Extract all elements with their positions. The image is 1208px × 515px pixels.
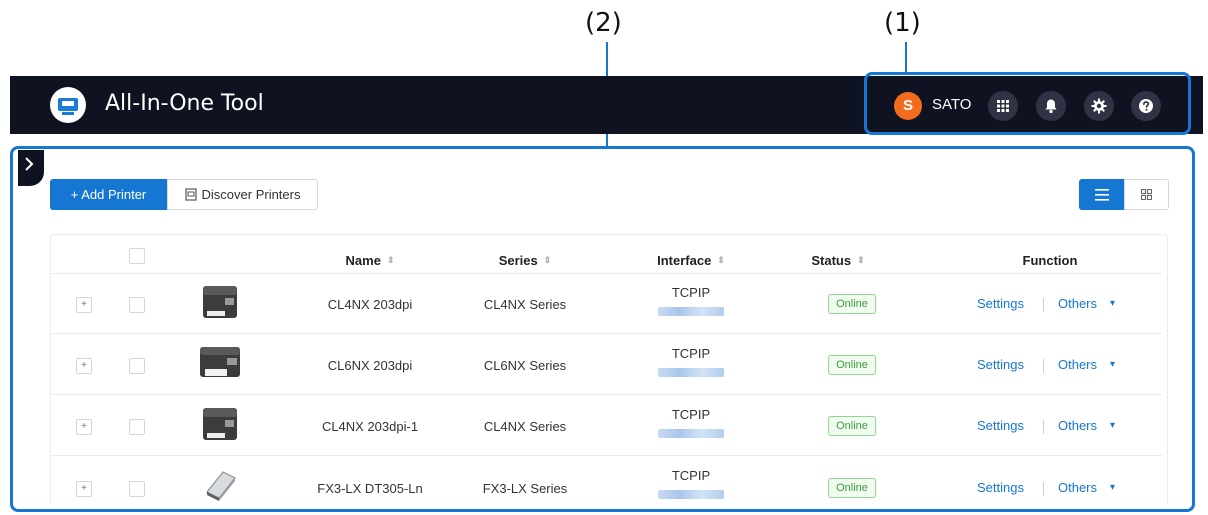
printer-interface: TCPIP	[658, 285, 724, 316]
column-header-series[interactable]: Series ⇕	[499, 253, 552, 268]
printer-interface: TCPIP	[658, 346, 724, 377]
row-checkbox[interactable]	[129, 481, 145, 497]
printer-series: CL4NX Series	[483, 297, 567, 312]
add-printer-button[interactable]: + Add Printer	[50, 179, 167, 210]
printer-name: CL4NX 203dpi-1	[321, 419, 419, 434]
others-dropdown[interactable]: Others	[1058, 296, 1097, 311]
printer-name: CL4NX 203dpi	[327, 297, 413, 312]
printer-name: CL6NX 203dpi	[327, 358, 413, 373]
column-header-name[interactable]: Name ⇕	[346, 253, 395, 268]
select-all-checkbox[interactable]	[129, 248, 145, 264]
printer-series: CL4NX Series	[483, 419, 567, 434]
chevron-down-icon[interactable]: ▾	[1110, 298, 1115, 309]
printer-table: Name ⇕ Series ⇕ Interface ⇕ Status ⇕ Functio…	[50, 234, 1168, 504]
settings-link[interactable]: Settings	[977, 418, 1024, 433]
callout-box-1	[864, 72, 1191, 135]
column-header-status[interactable]: Status ⇕	[811, 253, 864, 268]
sidebar-toggle-button[interactable]	[18, 150, 44, 186]
callout-line-1	[905, 42, 907, 72]
row-divider	[51, 273, 1162, 274]
list-icon	[1095, 189, 1109, 201]
printer-icon	[203, 286, 237, 318]
discover-printers-button[interactable]: Discover Printers	[167, 179, 318, 210]
printer-series: CL6NX Series	[483, 358, 567, 373]
chevron-down-icon[interactable]: ▾	[1110, 359, 1115, 370]
printer-series: FX3-LX Series	[482, 481, 568, 496]
settings-link[interactable]: Settings	[977, 480, 1024, 495]
sort-icon: ⇕	[857, 255, 865, 265]
divider	[1043, 420, 1044, 434]
redacted-address	[658, 307, 724, 316]
others-dropdown[interactable]: Others	[1058, 418, 1097, 433]
printer-name: FX3-LX DT305-Ln	[317, 481, 423, 496]
settings-link[interactable]: Settings	[977, 296, 1024, 311]
redacted-address	[658, 429, 724, 438]
sort-icon: ⇕	[543, 255, 552, 265]
row-divider	[51, 333, 1162, 334]
printer-interface: TCPIP	[658, 468, 724, 499]
chevron-down-icon[interactable]: ▾	[1110, 482, 1115, 493]
expand-row-button[interactable]: +	[76, 481, 92, 497]
row-divider	[51, 394, 1162, 395]
others-dropdown[interactable]: Others	[1058, 357, 1097, 372]
divider	[1043, 359, 1044, 373]
row-checkbox[interactable]	[129, 358, 145, 374]
settings-link[interactable]: Settings	[977, 357, 1024, 372]
divider	[1043, 482, 1044, 496]
row-checkbox[interactable]	[129, 419, 145, 435]
discover-printers-label: Discover Printers	[201, 187, 301, 202]
callout-label-1: (1)	[884, 8, 921, 38]
chevron-down-icon[interactable]: ▾	[1110, 420, 1115, 431]
status-badge: Online	[828, 294, 876, 314]
grid-icon	[1141, 189, 1152, 200]
sort-icon: ⇕	[717, 255, 725, 265]
expand-row-button[interactable]: +	[76, 297, 92, 313]
sort-icon: ⇕	[386, 255, 395, 265]
discover-icon	[184, 188, 197, 201]
printer-icon	[200, 347, 240, 377]
column-header-interface[interactable]: Interface ⇕	[657, 253, 725, 268]
grid-view-button[interactable]	[1124, 179, 1169, 210]
column-header-function: Function	[1022, 253, 1078, 268]
redacted-address	[658, 368, 724, 377]
expand-row-button[interactable]: +	[76, 358, 92, 374]
printer-interface: TCPIP	[658, 407, 724, 438]
list-view-button[interactable]	[1079, 179, 1124, 210]
expand-row-button[interactable]: +	[76, 419, 92, 435]
printer-icon	[206, 471, 236, 501]
row-checkbox[interactable]	[129, 297, 145, 313]
callout-label-2: (2)	[585, 8, 622, 38]
status-badge: Online	[828, 355, 876, 375]
status-badge: Online	[828, 416, 876, 436]
row-divider	[51, 455, 1162, 456]
divider	[1043, 298, 1044, 312]
printer-monitor-icon	[50, 87, 86, 123]
app-title: All-In-One Tool	[105, 91, 264, 116]
status-badge: Online	[828, 478, 876, 498]
redacted-address	[658, 490, 724, 499]
chevron-right-icon	[25, 157, 34, 171]
printer-icon	[203, 408, 237, 440]
others-dropdown[interactable]: Others	[1058, 480, 1097, 495]
